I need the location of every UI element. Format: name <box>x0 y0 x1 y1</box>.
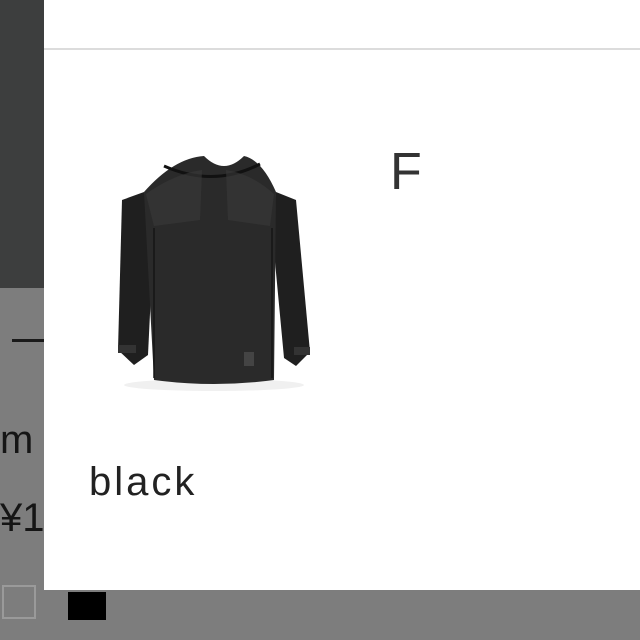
background-product-price: ¥1 <box>0 496 45 540</box>
variant-color-label: black <box>89 460 198 504</box>
background-swatch-black <box>68 592 106 620</box>
background-swatch-outline <box>2 585 36 619</box>
black-long-sleeve-top-icon <box>118 156 310 391</box>
variant-modal: black F <box>44 0 640 590</box>
screen: m ¥1 black F <box>0 0 640 640</box>
background-divider <box>12 339 44 342</box>
size-option-label[interactable]: F <box>390 146 422 198</box>
background-product-name: m <box>0 418 34 462</box>
modal-header <box>44 0 640 50</box>
